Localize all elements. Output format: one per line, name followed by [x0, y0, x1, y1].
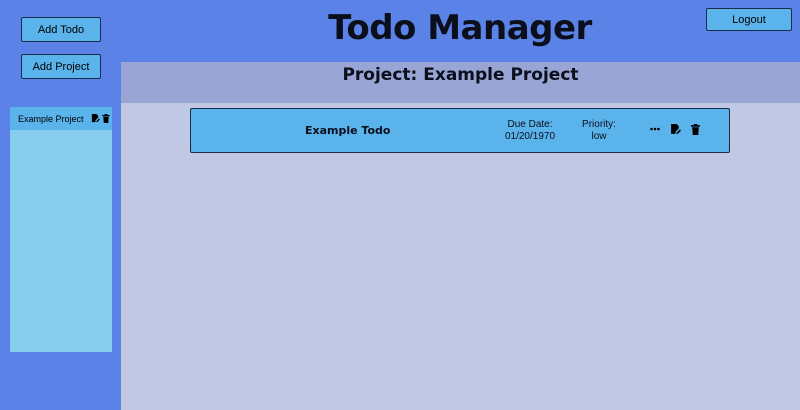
due-date-label: Due Date: — [507, 119, 553, 130]
priority-value: low — [591, 131, 607, 142]
todo-title: Example Todo — [305, 124, 391, 137]
app-title: Todo Manager — [328, 8, 592, 48]
trash-icon[interactable] — [102, 114, 110, 123]
edit-icon[interactable] — [91, 114, 100, 123]
main-panel: Project: Example Project Example Todo Du… — [121, 62, 800, 410]
sidebar-item-label: Example Project — [18, 113, 84, 124]
add-project-button[interactable]: Add Project — [21, 54, 101, 79]
due-date-value: 01/20/1970 — [504, 131, 556, 142]
add-todo-button[interactable]: Add Todo — [21, 17, 101, 42]
todo-card[interactable]: Example Todo Due Date: 01/20/1970 Priori… — [190, 108, 730, 153]
sidebar-item-example-project[interactable]: Example Project — [10, 107, 112, 130]
project-title: Project: Example Project — [342, 65, 579, 85]
project-header: Project: Example Project — [121, 62, 800, 103]
due-date: Due Date: 01/20/1970 — [497, 119, 563, 143]
priority: Priority: low — [573, 119, 625, 143]
more-dots-icon[interactable] — [649, 123, 661, 135]
trash-icon[interactable] — [689, 123, 701, 135]
logout-button[interactable]: Logout — [706, 8, 792, 31]
edit-icon[interactable] — [669, 123, 681, 135]
priority-label: Priority: — [582, 119, 616, 130]
project-list: Example Project — [10, 107, 112, 352]
todo-actions — [649, 123, 701, 135]
